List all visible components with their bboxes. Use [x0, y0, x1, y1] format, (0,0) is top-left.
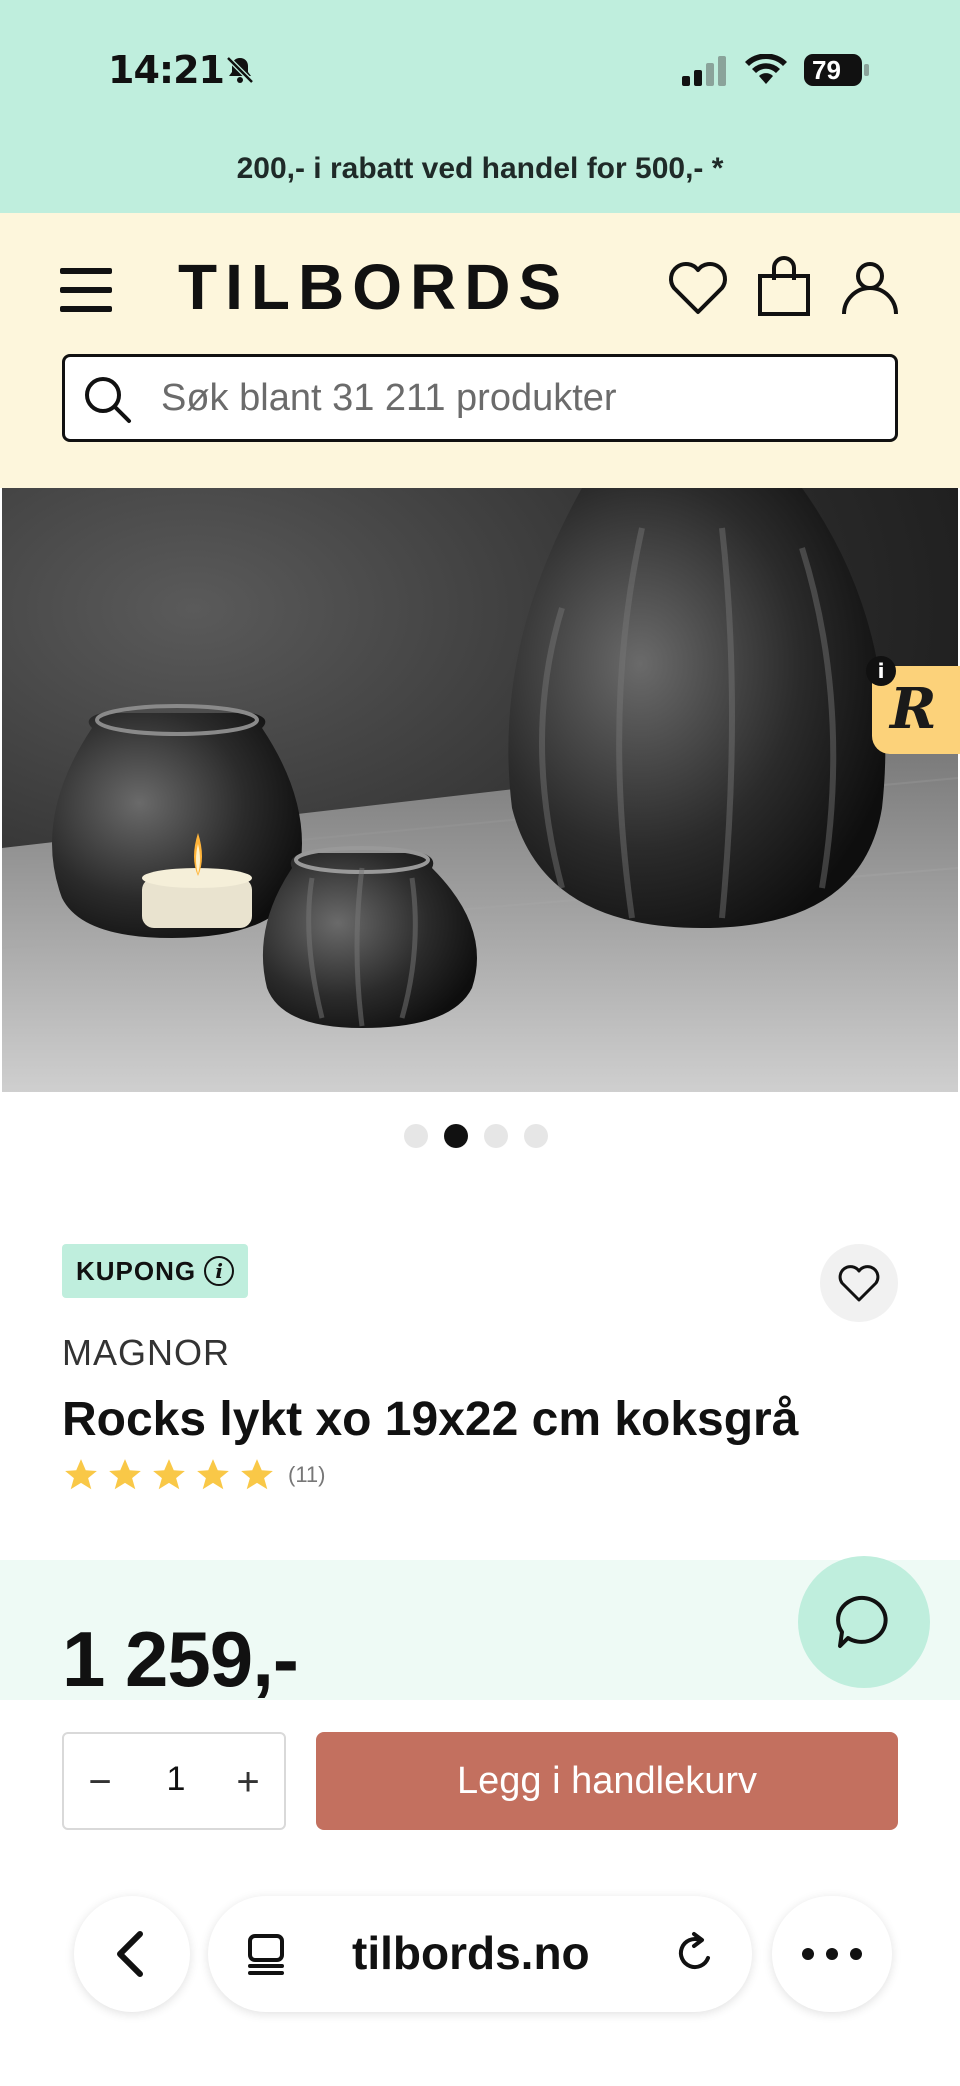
- add-to-cart-button[interactable]: Legg i handlekurv: [316, 1732, 898, 1830]
- star-icon: [197, 1459, 229, 1490]
- product-price: 1 259,-: [62, 1615, 299, 1703]
- back-button[interactable]: [74, 1896, 190, 2012]
- shopping-bag-icon[interactable]: [752, 256, 816, 320]
- product-brand[interactable]: MAGNOR: [62, 1332, 230, 1374]
- chevron-left-icon: [117, 1931, 143, 1977]
- carousel-dots: [404, 1124, 548, 1148]
- reader-icon: [248, 1934, 284, 1975]
- carousel-dot[interactable]: [484, 1124, 508, 1148]
- reload-icon[interactable]: [670, 1928, 720, 1978]
- promo-banner[interactable]: 200,- i rabatt ved handel for 500,- *: [0, 152, 960, 186]
- site-logo[interactable]: TILBORDS: [178, 250, 569, 324]
- product-image[interactable]: [2, 488, 958, 1092]
- carousel-dot-active[interactable]: [444, 1124, 468, 1148]
- carousel-dot[interactable]: [404, 1124, 428, 1148]
- more-options-button[interactable]: [772, 1896, 892, 2012]
- battery-level: 79: [812, 55, 841, 85]
- decrease-quantity-button[interactable]: −: [72, 1752, 128, 1812]
- heart-icon[interactable]: [666, 256, 730, 320]
- increase-quantity-button[interactable]: +: [220, 1752, 276, 1812]
- rating-stars[interactable]: (11): [62, 1456, 326, 1494]
- star-icon: [109, 1459, 141, 1490]
- search-icon: [85, 377, 131, 423]
- user-icon[interactable]: [838, 256, 902, 320]
- info-icon[interactable]: i: [866, 656, 896, 686]
- battery-icon: 79: [802, 52, 872, 88]
- status-bar: 14:21 79 200,- i rabatt ved handel for 5…: [0, 0, 960, 213]
- quantity-stepper: − 1 +: [62, 1732, 286, 1830]
- chat-button[interactable]: [798, 1556, 930, 1688]
- star-icon: [241, 1459, 273, 1490]
- status-time: 14:21: [108, 48, 225, 92]
- favorite-button[interactable]: [820, 1244, 898, 1322]
- heart-icon: [838, 1265, 880, 1302]
- info-icon: i: [204, 1256, 235, 1286]
- coupon-label: KUPONG: [76, 1255, 197, 1286]
- wifi-icon: [745, 54, 787, 84]
- star-icon: [65, 1459, 97, 1490]
- product-title: Rocks lykt xo 19x22 cm koksgrå: [62, 1393, 799, 1446]
- reviews-logo-icon: R: [890, 676, 937, 742]
- coupon-badge[interactable]: KUPONG i: [62, 1244, 249, 1298]
- menu-icon[interactable]: [60, 268, 112, 312]
- chat-bubble-icon: [836, 1595, 888, 1648]
- rating-count: (11): [288, 1462, 326, 1487]
- url-text: tilbords.no: [352, 1927, 590, 1979]
- quantity-value[interactable]: 1: [146, 1760, 206, 1799]
- signal-icon: [682, 56, 726, 86]
- search-input[interactable]: Søk blant 31 211 produkter: [62, 354, 898, 442]
- star-icon: [153, 1459, 185, 1490]
- search-placeholder: Søk blant 31 211 produkter: [161, 377, 617, 419]
- bell-off-icon: [226, 56, 254, 84]
- carousel-dot[interactable]: [524, 1124, 548, 1148]
- ellipsis-icon: [802, 1948, 862, 1960]
- address-bar[interactable]: tilbords.no: [208, 1896, 752, 2012]
